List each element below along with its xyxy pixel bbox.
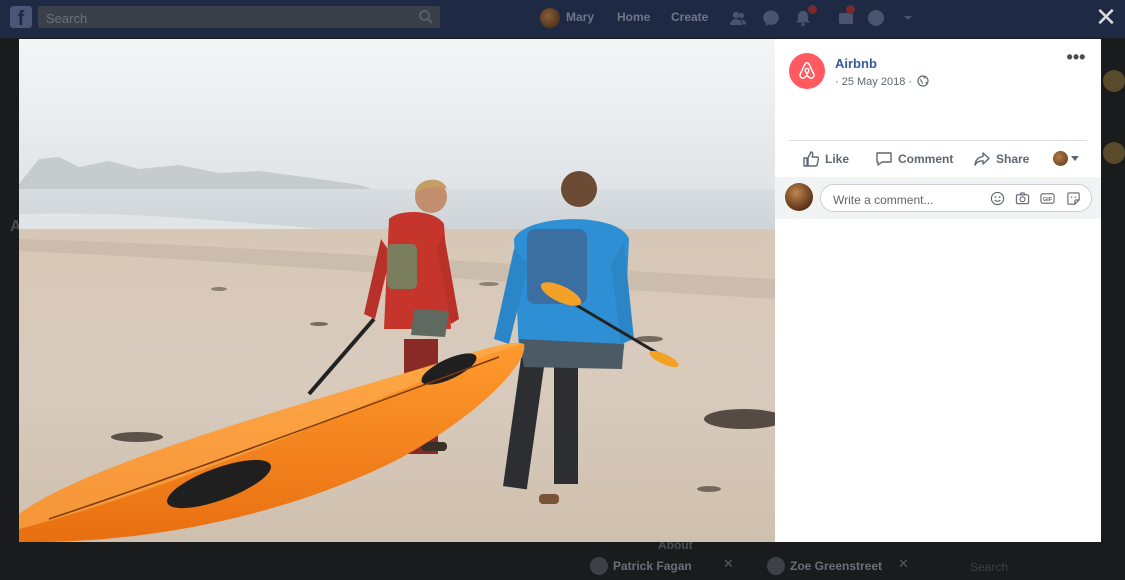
share-label: Share [996,152,1030,166]
messenger-icon[interactable] [762,9,780,27]
page-name-link[interactable]: Airbnb [835,56,877,71]
svg-text:GIF: GIF [1043,197,1053,203]
like-label: Like [825,152,850,166]
notification-badge [808,5,817,14]
chat-close-icon[interactable]: ✕ [898,556,909,572]
post-actions-bar: Like Comment Share [789,147,1087,171]
user-avatar[interactable] [785,183,813,211]
profile-avatar[interactable] [540,8,560,28]
background-avatar [1103,70,1125,92]
facebook-top-bar: f Mary Home Create ✕ [0,0,1125,38]
post-detail-panel: Airbnb · 25 May 2018 · ••• Like Comment … [775,39,1101,542]
comment-input[interactable] [831,191,995,209]
search-icon[interactable] [418,9,434,25]
globe-icon [917,75,929,87]
search-bar[interactable] [38,6,440,28]
background-avatar [1103,142,1125,164]
chat-tab-2[interactable]: Zoe Greenstreet [790,555,882,577]
gif-icon[interactable]: GIF [1040,191,1055,206]
chat-avatar[interactable] [590,557,608,575]
comment-bubble-icon [876,152,892,166]
airbnb-logo-icon [799,62,815,79]
selector-avatar [1053,151,1068,166]
more-options-button[interactable]: ••• [1065,48,1087,69]
friends-icon[interactable] [729,9,747,27]
groups-badge [846,5,855,14]
post-date[interactable]: · 25 May 2018 · [835,76,912,88]
chat-close-icon[interactable]: ✕ [723,556,734,572]
chat-avatar[interactable] [767,557,785,575]
comment-label: Comment [898,152,954,166]
nav-home[interactable]: Home [617,0,650,38]
post-photo[interactable] [19,39,775,542]
chevron-down-icon [1071,156,1079,161]
thumbs-up-icon [803,151,820,167]
comment-composer: GIF [775,177,1101,219]
comment-button[interactable]: Comment [875,147,953,171]
help-icon[interactable] [867,9,885,27]
actions-divider [789,140,1087,141]
kayak-photo-illustration [19,39,775,542]
share-arrow-icon [974,152,990,166]
nav-profile-name[interactable]: Mary [566,0,594,38]
comment-box[interactable]: GIF [820,184,1092,212]
chat-tab-1[interactable]: Patrick Fagan [613,555,692,577]
like-button[interactable]: Like [802,147,849,171]
camera-icon[interactable] [1015,191,1030,206]
facebook-logo-icon[interactable]: f [10,6,32,30]
sticker-icon[interactable] [1066,191,1081,206]
account-menu-chevron-icon[interactable] [899,9,917,27]
share-button[interactable]: Share [973,147,1029,171]
nav-create[interactable]: Create [671,0,708,38]
close-viewer-button[interactable]: ✕ [1091,2,1121,32]
background-footer [0,542,1125,580]
search-input[interactable] [44,9,408,27]
emoji-icon[interactable] [990,191,1005,206]
post-as-selector[interactable] [1053,151,1079,166]
chat-search-label[interactable]: Search [970,560,1008,574]
airbnb-logo-avatar[interactable] [789,53,825,89]
background-right-column [1101,40,1125,540]
